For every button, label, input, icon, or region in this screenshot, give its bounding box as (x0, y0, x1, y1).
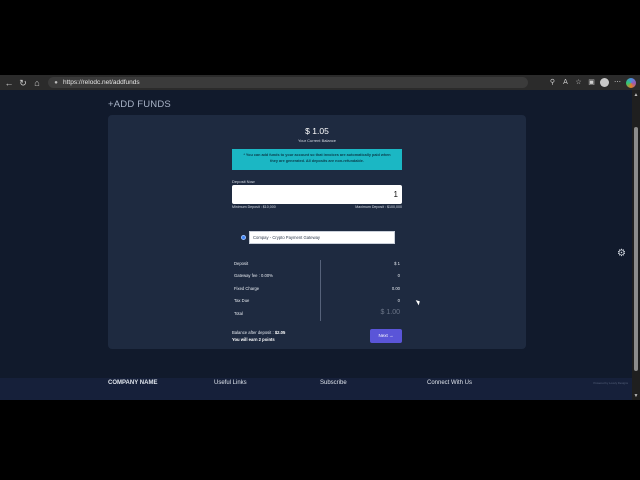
gear-icon[interactable]: ⚙ (617, 249, 627, 259)
summary-divider (320, 260, 321, 321)
scroll-down-icon[interactable]: ▼ (633, 393, 639, 399)
summary-total-value: $ 1.00 (380, 309, 400, 316)
deposit-amount-input[interactable]: 1 (232, 185, 402, 204)
deposit-label: Deposit Now (232, 179, 255, 184)
current-balance-label: Your Current Balance (297, 138, 337, 143)
add-funds-card: $ 1.05 Your Current Balance * You can ad… (108, 115, 526, 349)
next-button-label[interactable]: Next (378, 333, 387, 338)
payment-gateway-option[interactable]: Compay - Crypto Payment Gateway (241, 231, 395, 244)
summary-key: Gateway fee : 0.00% (234, 273, 273, 278)
scroll-up-icon[interactable]: ▲ (633, 92, 639, 98)
footer-connect: Connect With Us (427, 380, 473, 386)
earn-points-text: You will earn 2 points (232, 337, 275, 342)
summary-value: 0.00 (391, 286, 400, 291)
page-content: +ADD FUNDS $ 1.05 Your Current Balance *… (0, 90, 632, 400)
after-deposit-value: $2.05 (274, 330, 286, 335)
page-title: +ADD FUNDS (108, 99, 171, 110)
home-icon[interactable]: ⌂ (30, 76, 44, 90)
favorite-icon[interactable]: ☆ (574, 78, 583, 87)
gateway-radio[interactable] (241, 235, 246, 240)
address-bar[interactable]: ● https://relodc.net/addfunds (48, 77, 528, 88)
nav-buttons: ← ↻ ⌂ (2, 76, 44, 90)
after-deposit-label: Balance after deposit : (232, 330, 274, 335)
toolbar-actions: ⚲ A ☆ ▣ ⋯ (548, 75, 636, 90)
zoom-icon[interactable]: ⚲ (548, 78, 557, 87)
summary-value: 0 (397, 273, 400, 278)
browser-toolbar: ← ↻ ⌂ ● https://relodc.net/addfunds ⚲ A … (0, 75, 640, 90)
refresh-icon[interactable]: ↻ (16, 76, 30, 90)
scrollbar-thumb[interactable] (634, 127, 638, 371)
summary-key: Tax Due (234, 298, 250, 303)
balance-after-deposit: Balance after deposit : $2.05 (232, 330, 285, 335)
url-text[interactable]: https://relodc.net/addfunds (63, 79, 140, 86)
collections-icon[interactable]: ▣ (587, 78, 596, 87)
deposit-notice: * You can add funds to your account so t… (232, 149, 402, 170)
current-balance: $ 1.05 (305, 126, 329, 136)
minimum-deposit: Minimum Deposit : $10,000 (232, 205, 276, 209)
page-footer: COMPANY NAME Useful Links Subscribe Conn… (0, 378, 632, 400)
browser-window: ← ↻ ⌂ ● https://relodc.net/addfunds ⚲ A … (0, 75, 640, 400)
screen: ← ↻ ⌂ ● https://relodc.net/addfunds ⚲ A … (0, 0, 640, 480)
footer-useful-links: Useful Links (214, 380, 247, 386)
next-button[interactable]: Next → (370, 329, 402, 343)
profile-avatar[interactable] (600, 78, 609, 87)
gateway-label[interactable]: Compay - Crypto Payment Gateway (249, 231, 395, 244)
summary-value: $ 1 (394, 261, 400, 266)
copilot-icon[interactable] (626, 77, 636, 88)
summary-value: 0 (397, 298, 400, 303)
read-aloud-icon[interactable]: A (561, 78, 570, 87)
summary-key: Total (234, 311, 243, 316)
more-icon[interactable]: ⋯ (613, 78, 622, 87)
arrow-right-icon[interactable]: → (389, 333, 394, 338)
summary-key: Deposit (234, 261, 249, 266)
footer-company-name: COMPANY NAME (108, 380, 158, 386)
footer-subscribe: Subscribe (320, 380, 347, 386)
summary-key: Fixed Charge (234, 286, 260, 291)
maximum-deposit: Maximum Deposit : $100,000 (355, 205, 402, 209)
lock-icon[interactable]: ● (51, 80, 61, 86)
back-icon[interactable]: ← (2, 76, 16, 90)
footer-credit: Powered by Lovely Designs (593, 381, 628, 385)
